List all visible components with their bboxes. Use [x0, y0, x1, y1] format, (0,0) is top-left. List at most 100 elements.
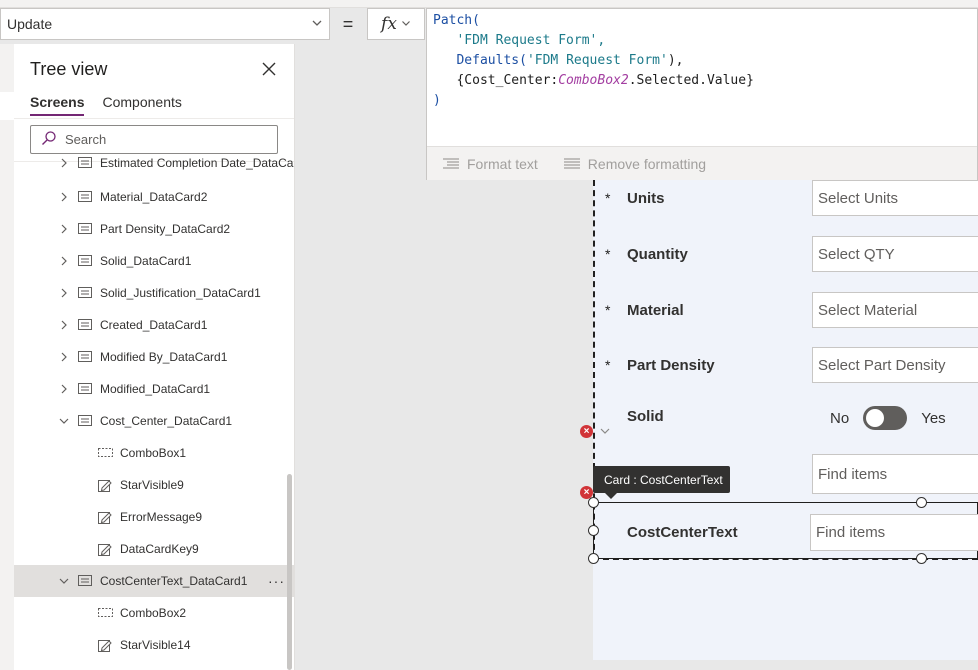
code-line-5: )	[433, 93, 441, 108]
format-text-icon	[443, 157, 459, 170]
resize-handle[interactable]	[588, 497, 599, 508]
chevron-right-icon[interactable]	[58, 223, 70, 235]
remove-formatting-button[interactable]: Remove formatting	[563, 155, 707, 172]
search-placeholder: Search	[65, 132, 107, 147]
field-dropdown[interactable]: Select Part Density	[812, 347, 978, 383]
field-dropdown[interactable]: Select QTY	[812, 236, 978, 272]
power-apps-studio: Update = fx Patch( 'FDM Request Form', D…	[0, 0, 978, 670]
form-card[interactable]: * Quantity Select QTY	[600, 236, 978, 276]
required-star: *	[605, 302, 611, 318]
code-line-3-end: ),	[667, 53, 684, 68]
tree-item[interactable]: Part Density_DataCard2	[14, 213, 294, 245]
formula-toolbar: Format text Remove formatting	[427, 146, 977, 180]
field-placeholder: Select Part Density	[818, 356, 946, 374]
chevron-right-icon[interactable]	[58, 157, 70, 169]
property-dropdown[interactable]: Update	[0, 8, 330, 40]
equals-sign: =	[342, 13, 354, 34]
code-line-1: Patch(	[433, 13, 480, 28]
chevron-right-icon[interactable]	[58, 255, 70, 267]
data-card-icon	[78, 191, 92, 202]
tree-item-label: Modified By_DataCard1	[100, 350, 228, 364]
tree-item-label: ErrorMessage9	[120, 510, 203, 524]
chevron-down-icon	[401, 18, 411, 31]
tree-item[interactable]: ErrorMessage9	[14, 501, 294, 533]
combobox-icon	[98, 607, 113, 618]
toggle-no-label: No	[830, 409, 850, 427]
tree-item[interactable]: Estimated Completion Date_DataCard	[14, 147, 294, 179]
chevron-right-icon[interactable]	[58, 319, 70, 331]
tree-item[interactable]: DataCardKey9	[14, 533, 294, 565]
close-icon[interactable]	[260, 60, 278, 78]
more-options-icon[interactable]: ···	[268, 573, 285, 589]
tree-scrollbar[interactable]	[287, 474, 292, 670]
code-line-3-fn: Defaults(	[456, 53, 527, 68]
chevron-down-icon[interactable]	[58, 575, 70, 587]
code-line-2: 'FDM Request Form',	[456, 33, 606, 48]
remove-formatting-icon	[563, 157, 580, 170]
solid-toggle[interactable]	[863, 406, 908, 430]
field-label: Units	[627, 190, 665, 207]
tree-item-label: Part Density_DataCard2	[100, 222, 231, 236]
code-line-3-str: 'FDM Request Form'	[526, 53, 668, 68]
tree-item[interactable]: Modified_DataCard1	[14, 373, 294, 405]
tree-item[interactable]: CostCenterText_DataCard1 ···	[14, 565, 294, 597]
top-toolbar-strip	[0, 0, 978, 8]
tabs-divider	[14, 118, 294, 119]
formula-code[interactable]: Patch( 'FDM Request Form', Defaults('FDM…	[433, 11, 754, 111]
code-line-4b: .Selected.Value}	[628, 73, 754, 88]
chevron-down-icon[interactable]	[58, 415, 70, 427]
tab-screens[interactable]: Screens	[30, 94, 85, 116]
tree-item-label: Cost_Center_DataCard1	[100, 414, 233, 428]
tree-item[interactable]: StarVisible14	[14, 629, 294, 661]
chevron-right-icon[interactable]	[58, 287, 70, 299]
tree-view-title: Tree view	[30, 59, 108, 79]
tree-item[interactable]: ComboBox2	[14, 597, 294, 629]
chevron-down-icon	[311, 17, 323, 32]
function-button[interactable]: fx	[367, 8, 425, 40]
chevron-right-icon[interactable]	[58, 351, 70, 363]
chevron-right-icon[interactable]	[58, 191, 70, 203]
field-dropdown[interactable]: Select Units	[812, 180, 978, 216]
tree-item[interactable]: StarVisible9	[14, 469, 294, 501]
field-label: Material	[627, 302, 684, 319]
tree-item[interactable]: Modified By_DataCard1	[14, 341, 294, 373]
resize-handle[interactable]	[916, 497, 927, 508]
chevron-right-icon[interactable]	[58, 383, 70, 395]
data-card-icon	[78, 157, 92, 168]
required-star: *	[605, 190, 611, 206]
remove-formatting-label: Remove formatting	[587, 155, 707, 172]
label-edit-icon	[98, 639, 112, 652]
resize-handle[interactable]	[588, 525, 599, 536]
code-line-4a: {Cost_Center:	[456, 73, 559, 88]
data-card-icon	[78, 383, 92, 394]
format-text-button[interactable]: Format text	[443, 156, 538, 172]
form-card[interactable]: * Units Select Units	[600, 180, 978, 220]
tree-item[interactable]: Solid_DataCard1	[14, 245, 294, 277]
format-text-label: Format text	[467, 155, 538, 172]
data-card-icon	[78, 223, 92, 234]
tree-item[interactable]: Solid_Justification_DataCard1	[14, 277, 294, 309]
error-icon: ×	[580, 425, 593, 438]
tree-item-label: Modified_DataCard1	[100, 382, 211, 396]
tree-item[interactable]: Cost_Center_DataCard1	[14, 405, 294, 437]
form-card[interactable]: * Material Select Material	[600, 292, 978, 332]
costcentertext-combobox[interactable]: Find items	[810, 514, 978, 551]
data-card-icon	[78, 415, 92, 426]
tree-item[interactable]: ComboBox1	[14, 437, 294, 469]
field-label: Part Density	[627, 357, 715, 374]
left-rail	[0, 44, 14, 670]
costcentertext-label: CostCenterText	[627, 524, 738, 541]
tree-item-label: Solid_DataCard1	[100, 254, 192, 268]
tree-item[interactable]: Material_DataCard2	[14, 181, 294, 213]
field-dropdown[interactable]: Select Material	[812, 292, 978, 328]
tab-components[interactable]: Components	[102, 94, 181, 116]
cost-center-combobox[interactable]: Find items	[812, 454, 978, 494]
resize-handle[interactable]	[916, 553, 927, 564]
formula-editor[interactable]: Patch( 'FDM Request Form', Defaults('FDM…	[426, 8, 978, 180]
field-placeholder: Select Material	[818, 301, 918, 319]
resize-handle[interactable]	[588, 553, 599, 564]
tree-item[interactable]: Created_DataCard1	[14, 309, 294, 341]
form-card[interactable]: * Part Density Select Part Density	[600, 347, 978, 387]
chevron-down-icon[interactable]	[599, 424, 611, 442]
solid-toggle-group: No Yes	[830, 406, 946, 430]
